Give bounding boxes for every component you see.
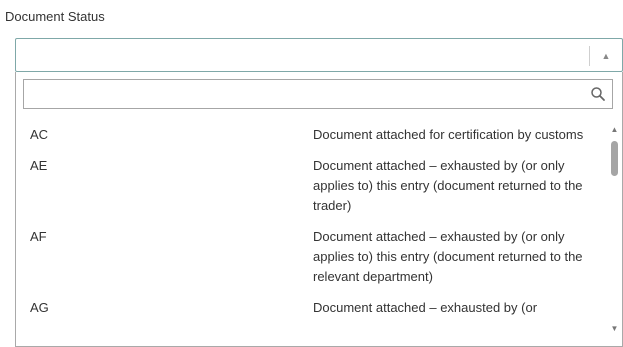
- option-description: Document attached – exhausted by (or: [313, 300, 538, 315]
- option-code: AF: [30, 229, 47, 244]
- option-description: Document attached for certification by c…: [313, 127, 584, 142]
- scroll-down-arrow-icon[interactable]: ▼: [610, 324, 619, 333]
- option-description: Document attached – exhausted by (or onl…: [313, 158, 583, 213]
- search-icon: [591, 87, 605, 101]
- search-input[interactable]: [24, 80, 584, 108]
- option-description: Document attached – exhausted by (or onl…: [313, 229, 583, 284]
- scroll-up-arrow-icon[interactable]: ▲: [610, 125, 619, 134]
- list-item[interactable]: AG Document attached – exhausted by (or: [16, 292, 606, 323]
- options-list: AC Document attached for certification b…: [16, 119, 606, 346]
- scroll-thumb[interactable]: [611, 141, 618, 176]
- list-item[interactable]: AF Document attached – exhausted by (or …: [16, 221, 606, 292]
- triangle-up-icon[interactable]: ▲: [600, 49, 612, 63]
- document-status-field: Document Status ▲ AC Document attached f…: [0, 0, 623, 347]
- search-field[interactable]: [23, 79, 613, 109]
- document-status-select[interactable]: ▲: [15, 38, 623, 72]
- field-label: Document Status: [5, 9, 105, 24]
- dropdown-panel: AC Document attached for certification b…: [15, 72, 623, 347]
- option-code: AC: [30, 127, 49, 142]
- scrollbar[interactable]: ▲ ▼: [607, 118, 622, 346]
- list-item[interactable]: AE Document attached – exhausted by (or …: [16, 150, 606, 221]
- list-item[interactable]: AC Document attached for certification b…: [16, 119, 606, 150]
- select-divider: [589, 46, 590, 66]
- option-code: AE: [30, 158, 48, 173]
- option-code: AG: [30, 300, 49, 315]
